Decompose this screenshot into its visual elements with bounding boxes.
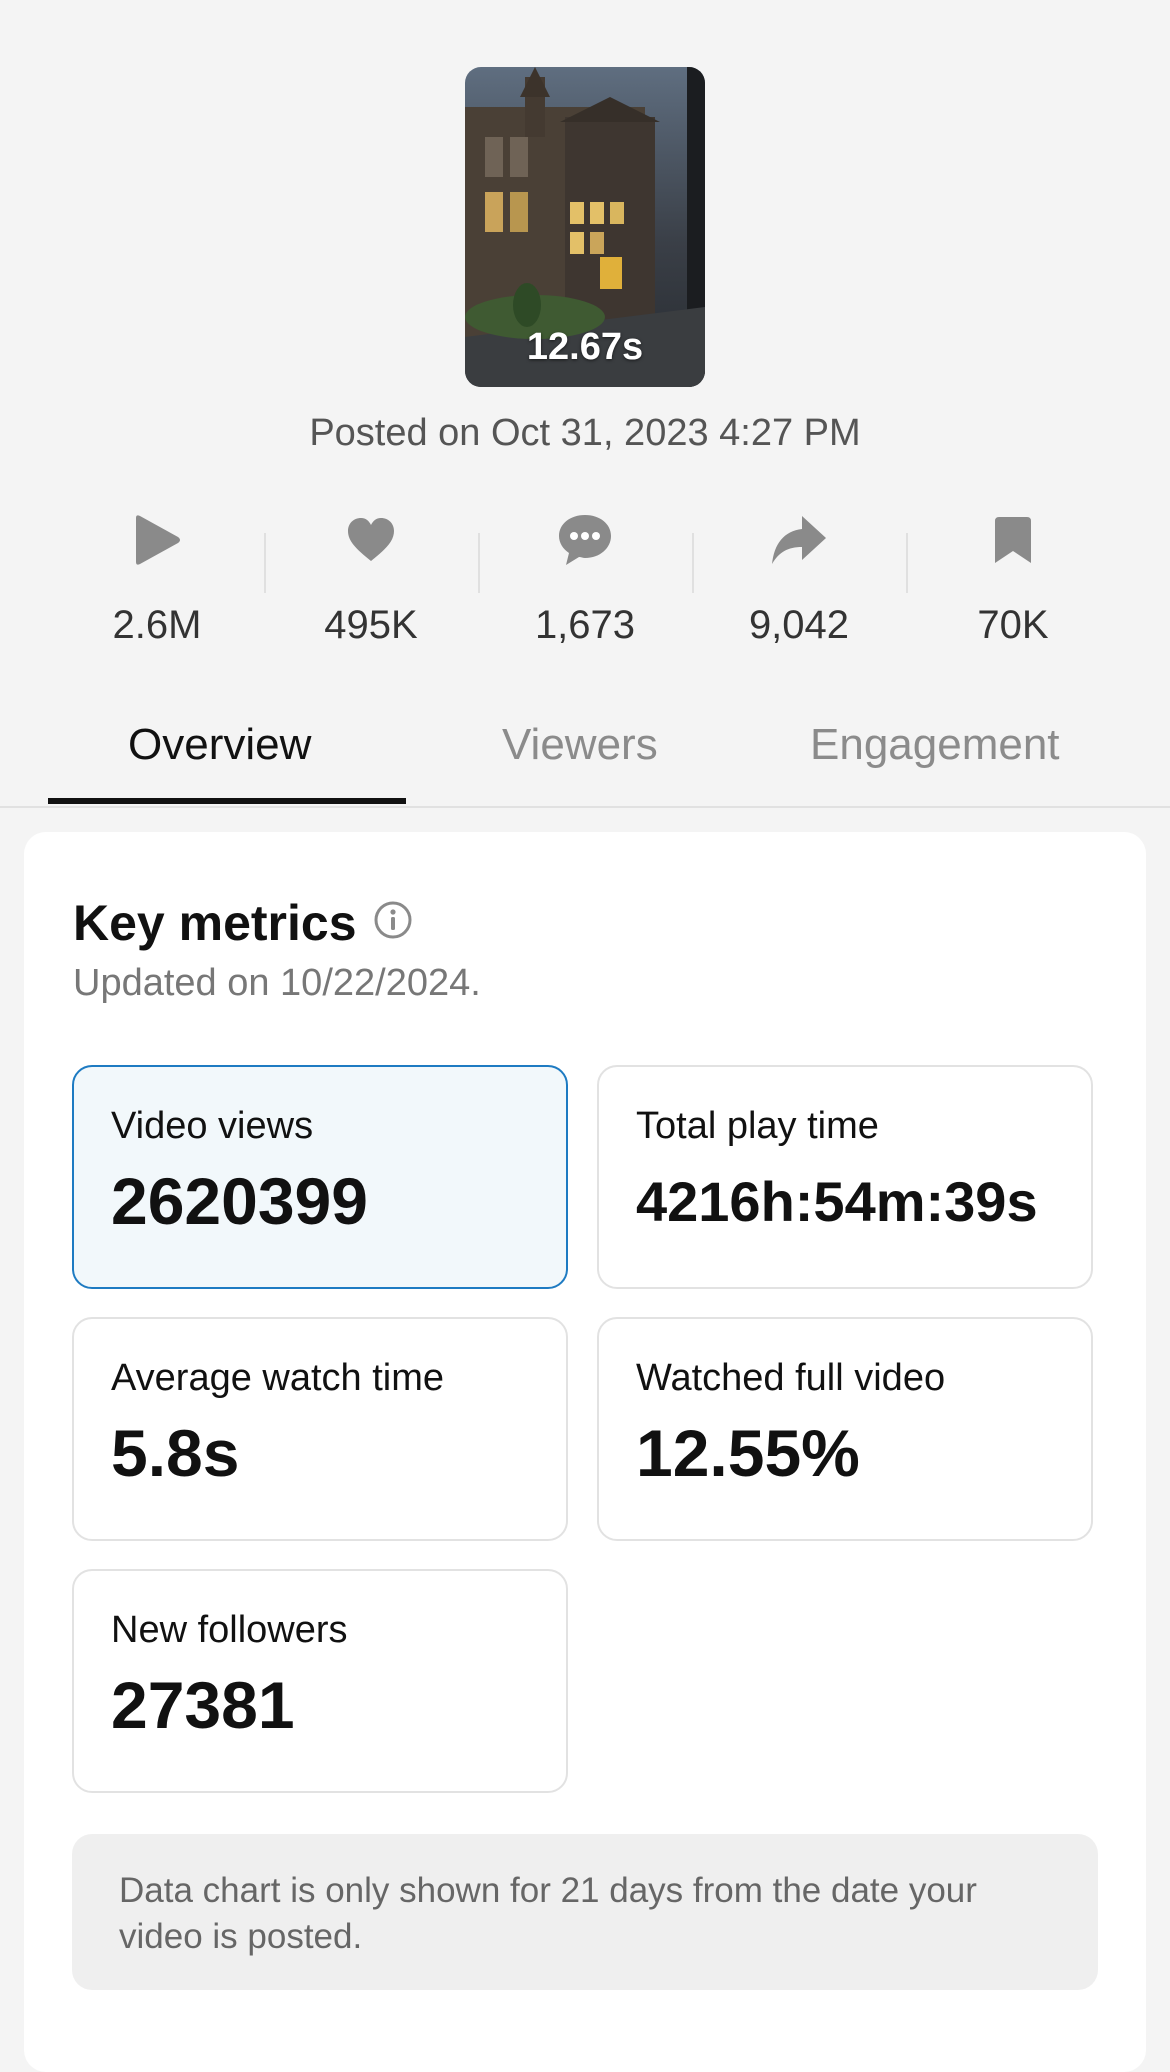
key-metrics-card: Key metrics Updated on 10/22/2024. Video… bbox=[24, 832, 1146, 2072]
posted-date: Posted on Oct 31, 2023 4:27 PM bbox=[309, 412, 861, 454]
stat-saves: 70K bbox=[906, 505, 1120, 655]
stat-likes: 495K bbox=[264, 505, 478, 655]
stat-value: 495K bbox=[324, 603, 418, 647]
metric-average-watch-time[interactable]: Average watch time 5.8s bbox=[72, 1317, 568, 1541]
metric-label: New followers bbox=[111, 1609, 348, 1651]
metric-label: Total play time bbox=[636, 1105, 879, 1147]
video-thumbnail[interactable]: 12.67s bbox=[465, 67, 705, 387]
metric-watched-full-video[interactable]: Watched full video 12.55% bbox=[597, 1317, 1093, 1541]
tab-engagement[interactable]: Engagement bbox=[810, 720, 1060, 770]
metric-value: 4216h:54m:39s bbox=[636, 1170, 1038, 1233]
stat-shares: 9,042 bbox=[692, 505, 906, 655]
metric-total-play-time[interactable]: Total play time 4216h:54m:39s bbox=[597, 1065, 1093, 1289]
stat-value: 9,042 bbox=[748, 603, 850, 647]
metric-video-views[interactable]: Video views 2620399 bbox=[72, 1065, 568, 1289]
bookmark-icon bbox=[995, 505, 1031, 575]
stat-value: 70K bbox=[977, 603, 1049, 647]
stat-comments: 1,673 bbox=[478, 505, 692, 655]
metric-value: 2620399 bbox=[111, 1164, 368, 1238]
stat-value: 1,673 bbox=[534, 603, 636, 647]
metric-value: 5.8s bbox=[111, 1416, 240, 1490]
tab-bar: Overview Viewers Engagement bbox=[0, 710, 1170, 808]
heart-icon bbox=[346, 505, 396, 575]
stat-views: 2.6M bbox=[50, 505, 264, 655]
metric-label: Average watch time bbox=[111, 1357, 445, 1399]
active-tab-indicator bbox=[48, 798, 406, 804]
metric-new-followers[interactable]: New followers 27381 bbox=[72, 1569, 568, 1793]
notice-text: Data chart is only shown for 21 days fro… bbox=[119, 1871, 977, 1956]
tab-overview[interactable]: Overview bbox=[128, 720, 311, 770]
stat-value: 2.6M bbox=[112, 603, 202, 647]
share-icon bbox=[770, 505, 828, 575]
info-icon[interactable] bbox=[373, 894, 413, 952]
data-chart-notice: Data chart is only shown for 21 days fro… bbox=[72, 1834, 1098, 1990]
comment-icon bbox=[557, 505, 613, 575]
video-duration: 12.67s bbox=[526, 326, 644, 368]
metric-value: 27381 bbox=[111, 1668, 295, 1742]
metric-label: Watched full video bbox=[636, 1357, 946, 1399]
tab-viewers[interactable]: Viewers bbox=[502, 720, 658, 770]
updated-date: Updated on 10/22/2024. bbox=[73, 962, 481, 1004]
key-metrics-heading: Key metrics bbox=[73, 894, 413, 952]
video-stats-row: 2.6M 495K 1,673 9,042 70K bbox=[50, 505, 1120, 655]
play-icon bbox=[132, 505, 182, 575]
metric-value: 12.55% bbox=[636, 1416, 860, 1490]
metric-label: Video views bbox=[111, 1105, 314, 1147]
key-metrics-title: Key metrics bbox=[73, 895, 357, 951]
